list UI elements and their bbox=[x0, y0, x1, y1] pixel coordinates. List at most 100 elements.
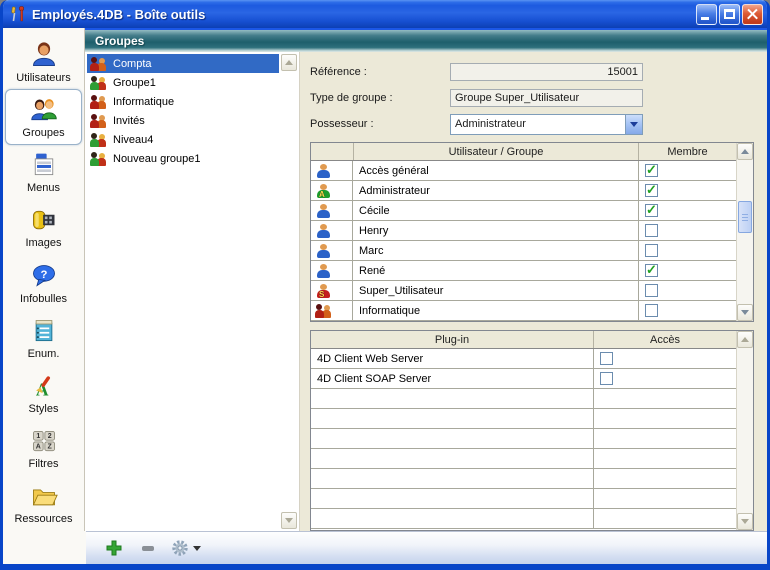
sidebar-item-menus[interactable]: Menus bbox=[5, 145, 82, 200]
sidebar-item-enum[interactable]: Enum. bbox=[5, 310, 82, 365]
dropdown-button[interactable] bbox=[625, 115, 642, 134]
member-row[interactable]: Accès général bbox=[311, 161, 736, 181]
plugin-row[interactable] bbox=[311, 469, 736, 489]
access-column-header: Accès bbox=[594, 334, 736, 346]
owner-label: Possesseur : bbox=[310, 118, 450, 130]
minimize-icon bbox=[701, 17, 709, 20]
plugins-table: Plug-in Accès 4D Client Web Server bbox=[310, 330, 754, 531]
chevron-down-icon bbox=[741, 310, 749, 315]
sidebar-label: Menus bbox=[27, 182, 60, 194]
chevron-up-icon bbox=[285, 60, 293, 65]
user-type-icon bbox=[315, 243, 333, 259]
member-name: Marc bbox=[353, 245, 638, 257]
group-type-field[interactable]: Groupe Super_Utilisateur bbox=[450, 89, 643, 107]
group-list-item[interactable]: Groupe1 bbox=[87, 73, 279, 92]
group-label: Nouveau groupe1 bbox=[113, 153, 200, 165]
member-checkbox[interactable] bbox=[645, 264, 658, 277]
sidebar-item-groupes[interactable]: Groupes bbox=[5, 89, 82, 144]
member-checkbox[interactable] bbox=[645, 304, 658, 317]
plugin-row[interactable] bbox=[311, 409, 736, 429]
group-list-item[interactable]: Niveau4 bbox=[87, 130, 279, 149]
member-row[interactable]: A Administrateur bbox=[311, 181, 736, 201]
sidebar-item-images[interactable]: Images bbox=[5, 200, 82, 255]
member-row[interactable]: Marc bbox=[311, 241, 736, 261]
scroll-up-button[interactable] bbox=[281, 54, 297, 71]
group-label: Invités bbox=[113, 115, 145, 127]
close-button[interactable] bbox=[742, 4, 763, 25]
group-list-item[interactable]: Nouveau groupe1 bbox=[87, 149, 279, 168]
sidebar-label: Styles bbox=[29, 403, 59, 415]
member-row[interactable]: Cécile bbox=[311, 201, 736, 221]
minimize-button[interactable] bbox=[696, 4, 717, 25]
member-column-header: Membre bbox=[639, 146, 736, 158]
scrollbar-thumb[interactable] bbox=[738, 201, 752, 233]
group-icon bbox=[90, 151, 108, 167]
access-checkbox[interactable] bbox=[600, 352, 613, 365]
paintbrush-letter-icon: A bbox=[28, 371, 60, 401]
group-list-item[interactable]: Invités bbox=[87, 111, 279, 130]
plugin-row[interactable]: 4D Client Web Server bbox=[311, 349, 736, 369]
group-icon bbox=[90, 113, 108, 129]
sidebar-item-styles[interactable]: A Styles bbox=[5, 365, 82, 420]
member-name: Henry bbox=[353, 225, 638, 237]
member-name: Informatique bbox=[353, 305, 638, 317]
plugin-row[interactable] bbox=[311, 509, 736, 529]
group-icon bbox=[90, 132, 108, 148]
plugin-row[interactable] bbox=[311, 449, 736, 469]
member-checkbox[interactable] bbox=[645, 244, 658, 257]
tools-icon bbox=[9, 5, 27, 23]
app-window: Employés.4DB - Boîte outils Utilisateurs… bbox=[0, 0, 770, 570]
group-icon bbox=[90, 94, 108, 110]
member-row[interactable]: René bbox=[311, 261, 736, 281]
member-row[interactable]: Henry bbox=[311, 221, 736, 241]
member-checkbox[interactable] bbox=[645, 164, 658, 177]
user-type-icon: S bbox=[315, 283, 333, 299]
user-type-icon bbox=[315, 163, 333, 179]
plugin-row[interactable] bbox=[311, 489, 736, 509]
plugin-row[interactable] bbox=[311, 389, 736, 409]
sidebar-item-ressources[interactable]: Ressources bbox=[5, 476, 82, 531]
plugin-row[interactable] bbox=[311, 429, 736, 449]
member-checkbox[interactable] bbox=[645, 284, 658, 297]
settings-menu-button[interactable] bbox=[171, 537, 201, 559]
chevron-down-icon bbox=[630, 122, 638, 127]
group-label: Compta bbox=[113, 58, 152, 70]
owner-dropdown[interactable]: Administrateur bbox=[450, 114, 643, 135]
plugins-table-body: 4D Client Web Server 4D Client SOAP Serv… bbox=[311, 349, 736, 529]
sidebar-label: Filtres bbox=[29, 458, 59, 470]
plugin-row[interactable]: 4D Client SOAP Server bbox=[311, 369, 736, 389]
member-name: Administrateur bbox=[353, 185, 638, 197]
group-label: Niveau4 bbox=[113, 134, 153, 146]
member-name: Cécile bbox=[353, 205, 638, 217]
member-checkbox[interactable] bbox=[645, 184, 658, 197]
members-scrollbar[interactable] bbox=[736, 143, 753, 321]
scroll-down-button[interactable] bbox=[737, 513, 753, 530]
reference-field[interactable]: 15001 bbox=[450, 63, 643, 81]
svg-text:?: ? bbox=[40, 268, 47, 280]
group-list-item[interactable]: Compta bbox=[87, 54, 279, 73]
scroll-down-button[interactable] bbox=[737, 304, 753, 321]
maximize-button[interactable] bbox=[719, 4, 740, 25]
remove-group-button[interactable] bbox=[137, 537, 159, 559]
member-row[interactable]: S Super_Utilisateur bbox=[311, 281, 736, 301]
sidebar-item-utilisateurs[interactable]: Utilisateurs bbox=[5, 34, 82, 89]
group-list-item[interactable]: Informatique bbox=[87, 92, 279, 111]
sidebar-label: Groupes bbox=[22, 127, 64, 139]
scroll-up-button[interactable] bbox=[737, 331, 753, 348]
group-icon bbox=[90, 75, 108, 91]
scroll-up-button[interactable] bbox=[737, 143, 753, 160]
group-detail-panel: Référence : 15001 Type de groupe : Group… bbox=[300, 52, 767, 531]
sidebar-item-infobulles[interactable]: ? Infobulles bbox=[5, 255, 82, 310]
scroll-down-button[interactable] bbox=[281, 512, 297, 529]
sidebar-item-filtres[interactable]: 12AZ Filtres bbox=[5, 421, 82, 476]
svg-text:1: 1 bbox=[36, 433, 40, 440]
add-group-button[interactable] bbox=[103, 537, 125, 559]
plugin-name: 4D Client Web Server bbox=[311, 353, 593, 365]
bottom-toolbar bbox=[85, 531, 767, 564]
member-checkbox[interactable] bbox=[645, 204, 658, 217]
access-checkbox[interactable] bbox=[600, 372, 613, 385]
members-table: Utilisateur / Groupe Membre Accès généra… bbox=[310, 142, 754, 322]
member-row[interactable]: Informatique bbox=[311, 301, 736, 321]
minus-icon bbox=[139, 539, 157, 557]
member-checkbox[interactable] bbox=[645, 224, 658, 237]
